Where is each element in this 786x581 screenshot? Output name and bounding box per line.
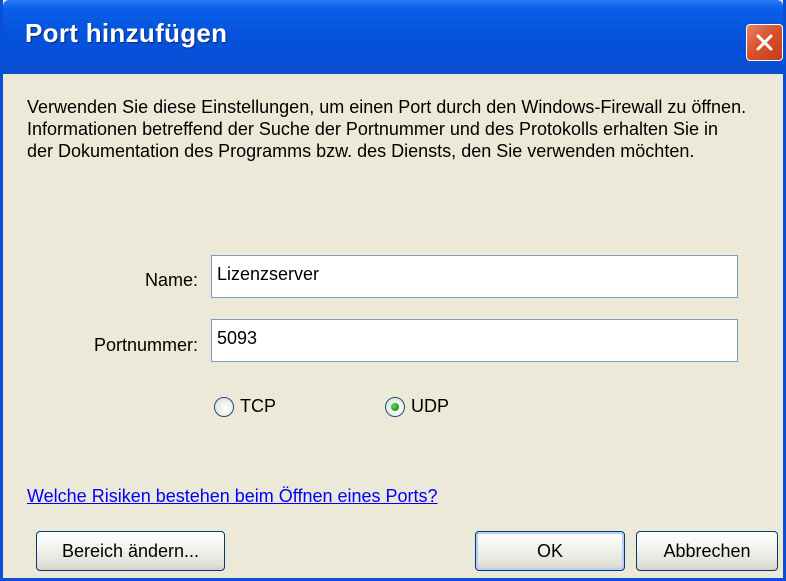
port-number-input[interactable]: 5093 <box>211 319 738 362</box>
title-bar[interactable]: Port hinzufügen <box>3 0 783 74</box>
close-icon <box>756 34 773 51</box>
port-number-label: Portnummer: <box>93 335 198 355</box>
tcp-radio-circle[interactable] <box>214 396 234 417</box>
udp-radio-circle[interactable] <box>385 396 405 417</box>
window-title: Port hinzufügen <box>25 18 228 48</box>
close-button[interactable] <box>746 24 783 61</box>
change-scope-button[interactable]: Bereich ändern... <box>36 531 225 571</box>
name-label: Name: <box>144 270 198 290</box>
tcp-radio[interactable]: TCP <box>214 396 276 417</box>
radio-selected-dot <box>391 402 399 411</box>
dialog-content: Verwenden Sie diese Einstellungen, um ei… <box>3 74 783 578</box>
port-risks-link[interactable]: Welche Risiken bestehen beim Öffnen eine… <box>27 486 438 507</box>
udp-radio-label: UDP <box>411 396 450 416</box>
ok-button[interactable]: OK <box>475 531 625 571</box>
cancel-button[interactable]: Abbrechen <box>636 531 778 571</box>
description-text: Verwenden Sie diese Einstellungen, um ei… <box>27 97 747 161</box>
tcp-radio-label: TCP <box>240 396 276 416</box>
udp-radio[interactable]: UDP <box>385 396 449 417</box>
port-dialog-window: Port hinzufügen Verwenden Sie diese Eins… <box>0 0 786 581</box>
name-input[interactable]: Lizenzserver <box>211 255 738 298</box>
